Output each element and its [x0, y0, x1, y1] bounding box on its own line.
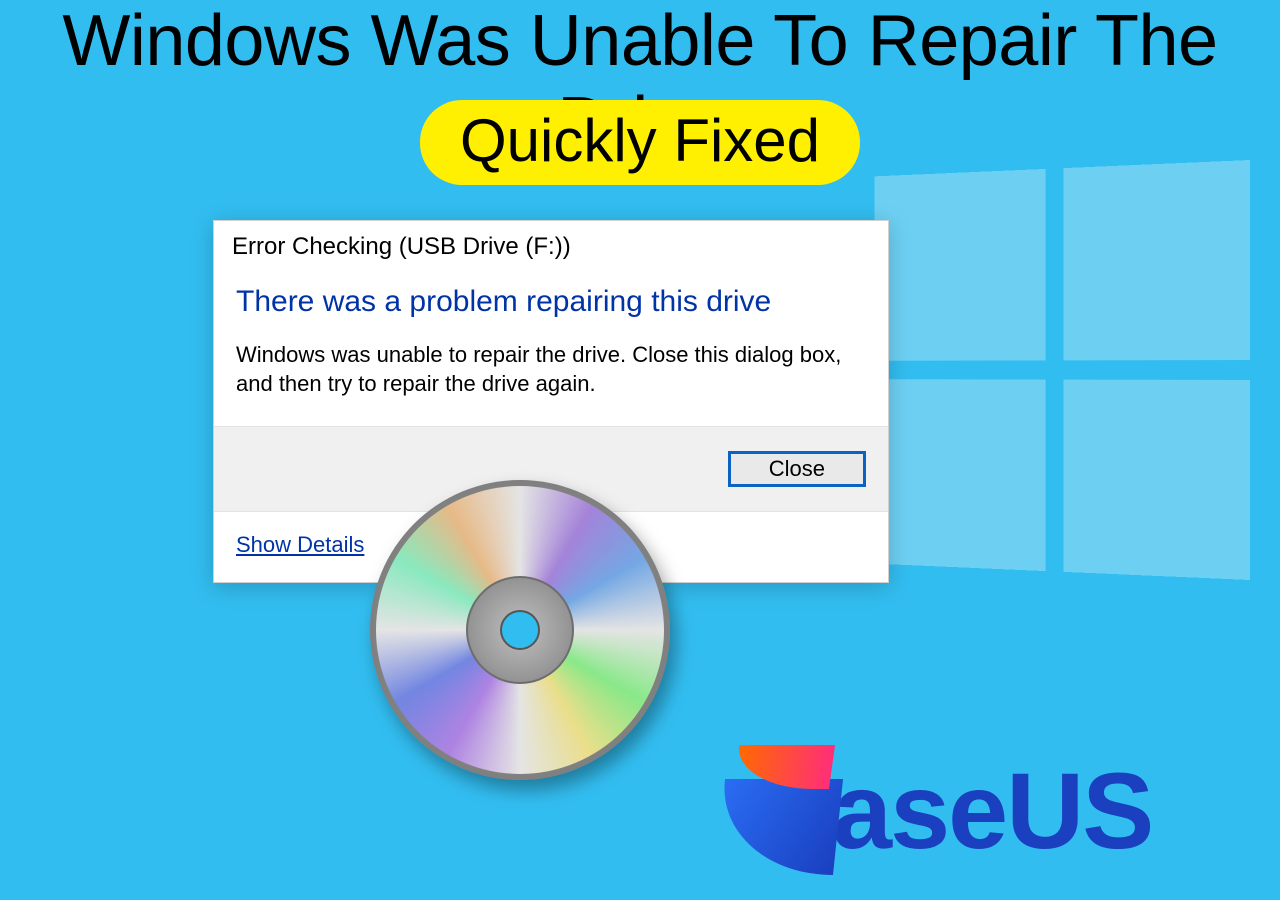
subtitle-badge: Quickly Fixed — [420, 100, 860, 185]
promo-canvas: Windows Was Unable To Repair The Drive Q… — [0, 0, 1280, 900]
close-button[interactable]: Close — [728, 451, 866, 487]
dialog-message-body: Windows was unable to repair the drive. … — [236, 341, 866, 398]
show-details-link[interactable]: Show Details — [236, 532, 364, 558]
dialog-title: Error Checking (USB Drive (F:)) — [214, 221, 888, 271]
windows-logo-icon — [874, 160, 1250, 580]
easeus-mark-icon — [720, 745, 840, 875]
cd-disc-icon — [370, 480, 670, 780]
dialog-message-heading: There was a problem repairing this drive — [236, 285, 866, 319]
easeus-wordmark: aseUS — [832, 748, 1152, 873]
easeus-logo: aseUS — [720, 740, 1260, 880]
